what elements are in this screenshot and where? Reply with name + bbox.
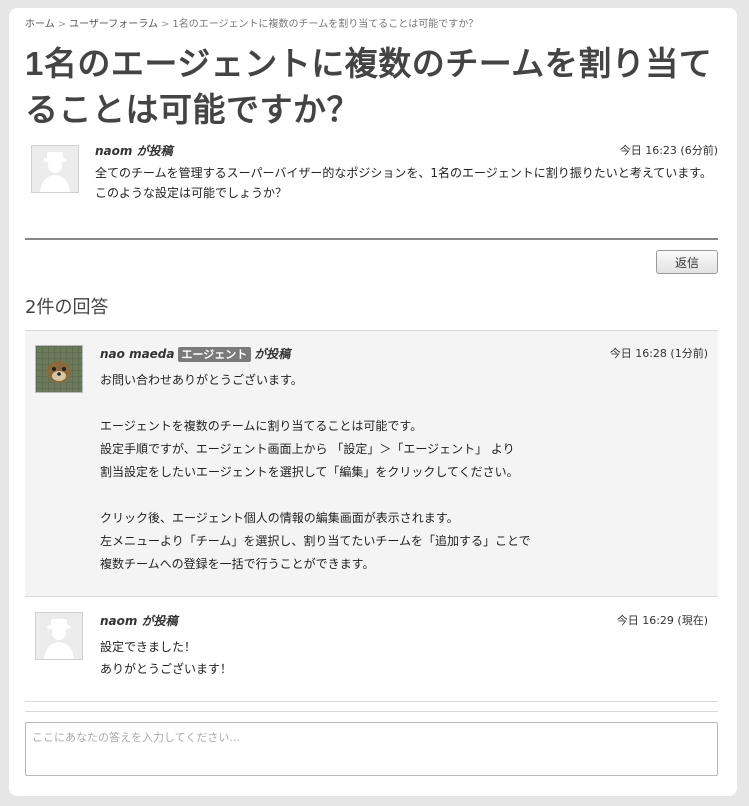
answer-body: お問い合わせありがとうございます。 エージェントを複数のチームに割り当てることは…: [100, 369, 708, 576]
answer-body-line: 複数チームへの登録を一括で行うことができます。: [100, 557, 375, 571]
breadcrumb-separator: >: [57, 19, 67, 30]
answer-author-name: naom: [100, 614, 138, 628]
user-silhouette-icon: [36, 613, 82, 659]
post-body: 全てのチームを管理するスーパーバイザー的なポジションを、1名のエージェントに割り…: [95, 163, 718, 203]
answer-body-line: ありがとうございます！: [100, 662, 233, 676]
reply-button[interactable]: 返信: [656, 250, 718, 274]
page-title: 1名のエージェントに複数のチームを割り当てることは可能ですか？: [25, 45, 713, 128]
avatar: [35, 612, 83, 660]
avatar: [35, 345, 83, 393]
post-body-line: このような設定は可能でしょうか？: [95, 186, 288, 200]
breadcrumb-current: 1名のエージェントに複数のチームを割り当てることは可能ですか？: [172, 19, 479, 30]
answer-posted-label: が投稿: [141, 614, 178, 628]
reply-row: 返信: [25, 240, 718, 280]
answer-list: nao maeda エージェント が投稿 今日 16:28 (1分前) お問い合わせ…: [25, 330, 718, 702]
answer-body-line: 割当設定をしたいエージェントを選択して「編集」をクリックしてください。: [100, 465, 519, 479]
user-silhouette-icon: [32, 146, 78, 192]
breadcrumb: ホーム > ユーザーフォーラム >1名のエージェントに複数のチームを割り当てることは可…: [25, 17, 718, 33]
agent-badge: エージェント: [177, 347, 252, 362]
answer-timestamp: 今日 16:29 (現在): [616, 614, 708, 627]
answer-body-line: [100, 484, 708, 507]
answer-timestamp: 今日 16:28 (1分前): [609, 347, 708, 360]
answer-author: naom が投稿: [100, 612, 178, 629]
answer-body-line: エージェントを複数のチームに割り当てることは可能です。: [100, 419, 423, 433]
answer-body: 設定できました！ ありがとうございます！: [100, 636, 708, 680]
answer-body-line: 設定できました！: [100, 640, 197, 654]
answer-body-line: お問い合わせありがとうございます。: [100, 373, 303, 387]
post-body-line: 全てのチームを管理するスーパーバイザー的なポジションを、1名のエージェントに割り…: [95, 166, 712, 180]
answer-author: nao maeda エージェント が投稿: [100, 345, 290, 362]
answer-item: nao maeda エージェント が投稿 今日 16:28 (1分前) お問い合わせ…: [25, 331, 718, 597]
breadcrumb-separator: >: [161, 19, 170, 30]
agent-photo-icon: [36, 346, 82, 392]
post-author: naom が投稿: [95, 144, 173, 158]
answer-body-line: 左メニューより「チーム」を選択し、割り当てたいチームを「追加する」ことで: [100, 534, 531, 548]
forum-card: ホーム > ユーザーフォーラム >1名のエージェントに複数のチームを割り当てることは可…: [9, 8, 737, 796]
answer-body-line: 設定手順ですが、エージェント画面上から 「設定」＞「エージェント」 より: [100, 442, 515, 456]
answer-item: naom が投稿 今日 16:29 (現在) 設定できました！ ありがとうござい…: [25, 597, 718, 702]
answers-heading: 2件の回答: [25, 297, 109, 318]
answer-body-line: クリック後、エージェント個人の情報の編集画面が表示されます。: [100, 511, 459, 525]
answer-body-line: [100, 392, 708, 415]
answer-author-name: nao maeda: [100, 347, 175, 361]
answer-posted-label: が投稿: [254, 347, 291, 361]
post-timestamp: 今日 16:23 (6分前): [619, 144, 718, 157]
answer-input[interactable]: [25, 722, 718, 776]
topic-post: naom が投稿 今日 16:23 (6分前) 全てのチームを管理するスーパーバ…: [25, 133, 718, 240]
breadcrumb-forum-link[interactable]: ユーザーフォーラム: [69, 19, 158, 30]
avatar: [31, 145, 79, 193]
divider: [25, 711, 718, 712]
breadcrumb-home-link[interactable]: ホーム: [25, 19, 55, 30]
